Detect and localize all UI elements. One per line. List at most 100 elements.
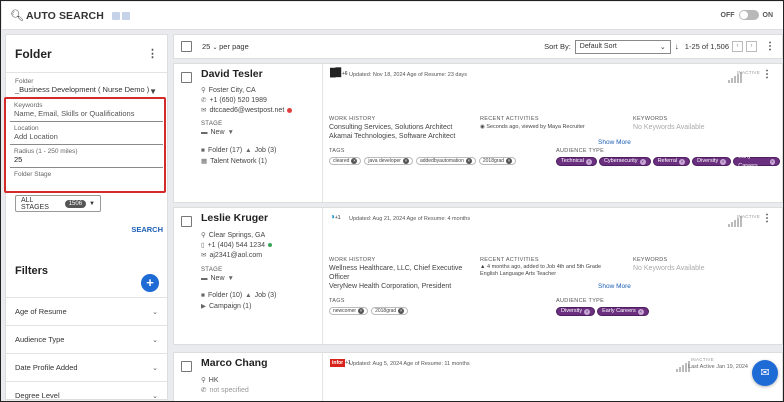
work-history-label: WORK HISTORY [329, 116, 376, 122]
auto-search-bar: 🔍︎ AUTO SEARCH OFF ON [2, 2, 783, 30]
show-more-link[interactable]: Show More [598, 283, 631, 290]
chat-icon[interactable]: ✉ [752, 360, 778, 386]
remove-audience-icon[interactable]: × [679, 158, 686, 165]
stage-dropdown[interactable]: ▬ New ▼ [201, 275, 234, 282]
audience-chip[interactable]: Referral × [652, 157, 691, 166]
auto-search-toggle[interactable]: OFF ON [721, 10, 774, 20]
tag-label: java developer [368, 157, 401, 164]
filter-icon[interactable] [121, 11, 130, 20]
audience-chip[interactable]: Diversity × [692, 157, 732, 166]
remove-audience-icon[interactable]: × [637, 308, 644, 315]
card-menu-icon[interactable]: ⋮ [762, 69, 772, 80]
work-history-line: VeryNew Health Corporation, President [329, 283, 452, 290]
candidate-email[interactable]: ✉ aj2341@aol.com [201, 251, 262, 260]
candidate-checkbox[interactable] [181, 361, 192, 372]
results-range: 1-25 of 1,506 [684, 42, 729, 51]
filter-date-profile-added[interactable]: Date Profile Added ⌄ [6, 353, 167, 381]
stage-dropdown[interactable]: ▬ New ▼ [201, 129, 234, 136]
tag-chip[interactable]: newcomer × [329, 307, 369, 315]
chevron-down-icon: ⌄ [152, 392, 158, 400]
company-logo: █▉+6 [330, 68, 348, 77]
select-all-checkbox[interactable] [181, 41, 192, 52]
candidate-phone[interactable]: ▯ +1 (404) 544 1234 [201, 241, 272, 249]
remove-tag-icon[interactable]: × [506, 158, 513, 164]
tags-label: TAGS [329, 148, 345, 154]
candidate-checkbox[interactable] [181, 72, 192, 83]
folder-count-link[interactable]: Folder (10) [208, 292, 242, 299]
phone-text: not specified [209, 386, 249, 394]
tag-chip[interactable]: 2018grad × [371, 307, 409, 315]
network-icon: ▦ [201, 158, 208, 165]
next-page-button[interactable]: › [746, 41, 757, 52]
candidate-card[interactable]: Leslie Kruger ⚲ Clear Springs, GA ▯ +1 (40… [173, 207, 783, 345]
search-fields-highlight [4, 97, 166, 193]
remove-tag-icon[interactable]: × [358, 308, 365, 314]
filter-degree-level[interactable]: Degree Level ⌄ [6, 381, 167, 401]
remove-tag-icon[interactable]: × [465, 158, 472, 164]
mail-icon: ✉ [201, 252, 207, 259]
toggle-on-label: ON [762, 11, 774, 19]
folder-count-link[interactable]: Folder (17) [208, 147, 242, 154]
filter-audience-type[interactable]: Audience Type ⌄ [6, 325, 167, 353]
candidate-checkbox[interactable] [181, 216, 192, 227]
mail-icon: ✉ [201, 107, 207, 114]
remove-tag-icon[interactable]: × [402, 158, 409, 164]
info-icon[interactable] [111, 11, 120, 20]
auto-search-icons [111, 11, 130, 20]
candidate-name[interactable]: David Tesler [201, 68, 263, 80]
tag-label: newcomer [333, 307, 357, 314]
toggle-switch[interactable] [738, 10, 759, 20]
remove-audience-icon[interactable]: × [720, 158, 727, 165]
mobile-icon: ▯ [201, 242, 205, 249]
candidate-email[interactable]: ✉ dtccaed6@westpost.net [201, 106, 293, 114]
prev-page-button[interactable]: ‹ [732, 41, 743, 52]
caret-down-icon: ▼ [149, 87, 157, 96]
audience-list: Technical × Cybersecurity × Referral × Dive… [556, 154, 782, 169]
audience-chip[interactable]: Technical × [556, 157, 597, 166]
remove-audience-icon[interactable]: × [769, 158, 775, 165]
filter-age-of-resume[interactable]: Age of Resume ⌄ [6, 297, 167, 325]
card-menu-icon[interactable]: ⋮ [762, 213, 772, 224]
candidate-card[interactable]: David Tesler ⚲ Foster City, CA ✆ +1 (650) … [173, 63, 783, 203]
location-pin-icon: ⚲ [201, 232, 206, 239]
stage-label: STAGE [201, 121, 223, 127]
talent-network-link[interactable]: Talent Network (1) [210, 158, 267, 165]
remove-audience-icon[interactable]: × [639, 158, 646, 165]
updated-text: Updated: Aug 5, 2024 Age of Resume: 11 m… [349, 361, 470, 367]
sort-direction-icon[interactable]: ↓ [675, 42, 679, 51]
tag-chip[interactable]: 2018grad × [478, 157, 517, 165]
work-history-line: Officer [329, 274, 350, 281]
audience-chip[interactable]: Early Careers × [597, 307, 649, 316]
audience-chip[interactable]: Cybersecurity × [598, 157, 651, 166]
search-button[interactable]: SEARCH [131, 225, 163, 234]
candidate-name[interactable]: Leslie Kruger [201, 212, 268, 224]
audience-chip[interactable]: Diversity × [556, 307, 596, 316]
phone-icon: ✆ [201, 97, 207, 104]
candidate-card[interactable]: Marco Chang ⚲ HK ✆ not specified infor +1 U… [173, 352, 783, 401]
toolbar-menu-icon[interactable]: ⋮ [765, 41, 775, 52]
tag-chip[interactable]: java developer × [364, 157, 413, 165]
candidate-name[interactable]: Marco Chang [201, 357, 268, 369]
remove-audience-icon[interactable]: × [584, 308, 591, 315]
remove-tag-icon[interactable]: × [351, 158, 358, 164]
job-count-link[interactable]: Job (3) [255, 147, 277, 154]
tag-chip[interactable]: addedbyautomation × [415, 157, 476, 165]
audience-chip[interactable]: Early Careers × [733, 154, 780, 169]
recent-activity: ▲ 4 months ago, added to Job 4th and 5th… [480, 264, 610, 278]
show-more-link[interactable]: Show More [598, 139, 631, 146]
recent-activity-text: Seconds ago, viewed by Maya Recruiter [486, 124, 585, 130]
caret-down-icon: ▼ [89, 200, 95, 207]
remove-audience-icon[interactable]: × [585, 158, 592, 165]
all-stages-label: ALL STAGES [21, 196, 49, 211]
add-filter-button[interactable]: + [141, 274, 159, 292]
per-page-select[interactable]: 25 ⌄ per page [202, 42, 249, 51]
audience-label: Diversity [697, 158, 719, 164]
sort-select[interactable]: Default Sort ⌄ [574, 39, 671, 54]
campaign-link[interactable]: Campaign (1) [209, 303, 251, 310]
remove-tag-icon[interactable]: × [398, 308, 405, 314]
job-count-link[interactable]: Job (3) [255, 292, 277, 299]
all-stages-dropdown[interactable]: ALL STAGES 1506 ▼ [15, 195, 101, 212]
candidate-phone[interactable]: ✆ +1 (650) 520 1989 [201, 96, 267, 105]
tag-chip[interactable]: cleared × [329, 157, 362, 165]
folder-menu-icon[interactable]: ⋮ [147, 47, 158, 60]
